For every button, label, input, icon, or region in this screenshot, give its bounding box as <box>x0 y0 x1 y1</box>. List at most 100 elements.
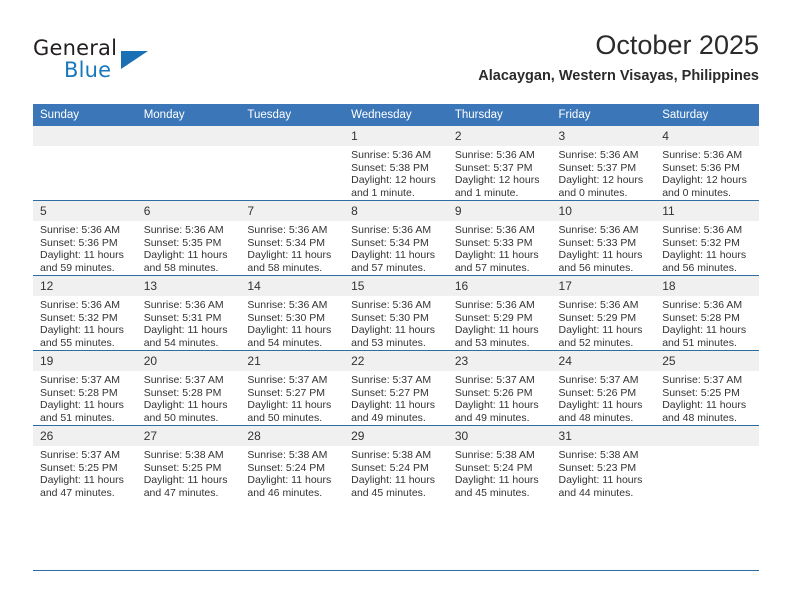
sunrise-text: Sunrise: 5:36 AM <box>454 224 535 236</box>
calendar-day-cell[interactable]: 31 Sunrise: 5:38 AM Sunset: 5:23 PM Dayligh… <box>551 425 656 500</box>
calendar-day-cell[interactable]: 26 Sunrise: 5:37 AM Sunset: 5:25 PM Dayligh… <box>33 425 137 500</box>
day-number: 2 <box>447 126 552 146</box>
sunset-text: Sunset: 5:27 PM <box>247 386 326 399</box>
day-number: 29 <box>344 426 448 446</box>
calendar-day-cell[interactable]: 3 Sunrise: 5:36 AM Sunset: 5:37 PM Daylight… <box>551 126 656 201</box>
sunrise-text: Sunrise: 5:37 AM <box>143 374 224 386</box>
day-details: Sunrise: 5:36 AM Sunset: 5:38 PM Daylight:… <box>344 146 448 199</box>
sunset-text: Sunset: 5:28 PM <box>40 386 118 399</box>
calendar-day-cell[interactable]: 11 Sunrise: 5:36 AM Sunset: 5:32 PM Dayligh… <box>655 200 759 276</box>
day-number: 1 <box>344 126 448 146</box>
sunrise-text: Sunrise: 5:36 AM <box>558 299 639 311</box>
day-number: 27 <box>136 426 241 446</box>
day-number: 15 <box>344 276 448 296</box>
day-number <box>136 126 241 146</box>
logo-text-general: General <box>33 36 118 60</box>
sunset-text: Sunset: 5:35 PM <box>143 236 222 249</box>
day-cell-inner <box>136 126 241 200</box>
day-cell-inner: 30 Sunrise: 5:38 AM Sunset: 5:24 PM Dayligh… <box>447 426 552 500</box>
calendar-day-cell[interactable]: 8 Sunrise: 5:36 AM Sunset: 5:34 PM Daylight… <box>344 200 448 276</box>
calendar-day-cell[interactable]: 14 Sunrise: 5:36 AM Sunset: 5:30 PM Dayligh… <box>240 275 345 351</box>
day-number: 26 <box>33 426 137 446</box>
daylight-text-line2: and 47 minutes. <box>40 486 115 499</box>
calendar-day-cell[interactable]: 5 Sunrise: 5:36 AM Sunset: 5:36 PM Daylight… <box>33 200 137 276</box>
day-details: Sunrise: 5:36 AM Sunset: 5:31 PM Daylight:… <box>137 296 241 349</box>
day-details: Sunrise: 5:36 AM Sunset: 5:29 PM Daylight:… <box>448 296 552 349</box>
weekday-header-monday: Monday <box>136 104 241 126</box>
daylight-text-line1: Daylight: 11 hours <box>454 249 539 262</box>
calendar-day-cell[interactable]: 13 Sunrise: 5:36 AM Sunset: 5:31 PM Dayligh… <box>136 275 241 351</box>
calendar-day-cell[interactable]: 10 Sunrise: 5:36 AM Sunset: 5:33 PM Dayligh… <box>551 200 656 276</box>
daylight-text-line1: Daylight: 11 hours <box>40 474 124 487</box>
daylight-text-line2: and 0 minutes. <box>662 186 732 199</box>
sunrise-text: Sunrise: 5:38 AM <box>558 449 639 461</box>
day-cell-inner: 9 Sunrise: 5:36 AM Sunset: 5:33 PM Daylight… <box>447 201 552 275</box>
day-number <box>240 126 345 146</box>
calendar-day-cell[interactable]: 19 Sunrise: 5:37 AM Sunset: 5:28 PM Dayligh… <box>33 350 137 426</box>
day-cell-inner: 19 Sunrise: 5:37 AM Sunset: 5:28 PM Dayligh… <box>33 351 137 425</box>
daylight-text-line1: Daylight: 12 hours <box>454 174 540 187</box>
sunrise-text: Sunrise: 5:37 AM <box>40 449 120 461</box>
calendar-day-cell[interactable]: 6 Sunrise: 5:36 AM Sunset: 5:35 PM Daylight… <box>136 200 241 276</box>
day-cell-inner: 3 Sunrise: 5:36 AM Sunset: 5:37 PM Daylight… <box>551 126 656 200</box>
sunrise-text: Sunrise: 5:36 AM <box>558 149 639 161</box>
sunset-text: Sunset: 5:26 PM <box>454 386 533 399</box>
calendar-day-cell[interactable]: 17 Sunrise: 5:36 AM Sunset: 5:29 PM Dayligh… <box>551 275 656 351</box>
daylight-text-line2: and 58 minutes. <box>247 261 323 274</box>
daylight-text-line2: and 51 minutes. <box>40 411 115 424</box>
sunrise-text: Sunrise: 5:36 AM <box>247 299 328 311</box>
calendar-day-cell[interactable]: 9 Sunrise: 5:36 AM Sunset: 5:33 PM Daylight… <box>447 200 552 276</box>
daylight-text-line2: and 55 minutes. <box>40 336 115 349</box>
daylight-text-line2: and 46 minutes. <box>247 486 323 499</box>
calendar-day-cell[interactable]: 22 Sunrise: 5:37 AM Sunset: 5:27 PM Dayligh… <box>344 350 448 426</box>
calendar-day-cell[interactable]: 28 Sunrise: 5:38 AM Sunset: 5:24 PM Dayligh… <box>240 425 345 500</box>
daylight-text-line2: and 48 minutes. <box>558 411 634 424</box>
calendar-day-cell[interactable]: 23 Sunrise: 5:37 AM Sunset: 5:26 PM Dayligh… <box>447 350 552 426</box>
calendar-week-row: 26 Sunrise: 5:37 AM Sunset: 5:25 PM Dayligh… <box>33 425 759 500</box>
calendar-day-cell[interactable]: 25 Sunrise: 5:37 AM Sunset: 5:25 PM Dayligh… <box>655 350 759 426</box>
calendar-day-cell[interactable]: 7 Sunrise: 5:36 AM Sunset: 5:34 PM Daylight… <box>240 200 345 276</box>
daylight-text-line2: and 53 minutes. <box>351 336 426 349</box>
day-number: 21 <box>240 351 345 371</box>
calendar-day-cell-empty <box>240 126 345 201</box>
day-cell-inner: 22 Sunrise: 5:37 AM Sunset: 5:27 PM Dayligh… <box>344 351 448 425</box>
sunrise-text: Sunrise: 5:36 AM <box>351 149 432 161</box>
calendar-day-cell[interactable]: 12 Sunrise: 5:36 AM Sunset: 5:32 PM Dayligh… <box>33 275 137 351</box>
calendar-page: General Blue October 2025 Alacaygan, Wes… <box>0 0 792 612</box>
daylight-text-line2: and 53 minutes. <box>454 336 530 349</box>
weekday-header-saturday: Saturday <box>655 104 759 126</box>
day-details: Sunrise: 5:36 AM Sunset: 5:37 PM Daylight:… <box>448 146 552 199</box>
calendar-day-cell[interactable]: 16 Sunrise: 5:36 AM Sunset: 5:29 PM Dayligh… <box>447 275 552 351</box>
calendar-day-cell[interactable]: 2 Sunrise: 5:36 AM Sunset: 5:37 PM Daylight… <box>447 126 552 201</box>
day-number <box>655 426 759 446</box>
sunset-text: Sunset: 5:32 PM <box>40 311 118 324</box>
day-cell-inner <box>240 126 345 200</box>
sunset-text: Sunset: 5:25 PM <box>143 461 222 474</box>
calendar-day-cell[interactable]: 30 Sunrise: 5:38 AM Sunset: 5:24 PM Dayligh… <box>447 425 552 500</box>
day-cell-inner: 20 Sunrise: 5:37 AM Sunset: 5:28 PM Dayligh… <box>136 351 241 425</box>
daylight-text-line2: and 57 minutes. <box>351 261 426 274</box>
day-number: 25 <box>655 351 759 371</box>
calendar-day-cell[interactable]: 21 Sunrise: 5:37 AM Sunset: 5:27 PM Dayligh… <box>240 350 345 426</box>
day-number: 22 <box>344 351 448 371</box>
day-details: Sunrise: 5:37 AM Sunset: 5:27 PM Daylight:… <box>344 371 448 424</box>
daylight-text-line2: and 49 minutes. <box>454 411 530 424</box>
daylight-text-line1: Daylight: 11 hours <box>247 474 332 487</box>
calendar-day-cell[interactable]: 20 Sunrise: 5:37 AM Sunset: 5:28 PM Dayligh… <box>136 350 241 426</box>
day-details: Sunrise: 5:37 AM Sunset: 5:26 PM Daylight:… <box>552 371 656 424</box>
calendar-day-cell[interactable]: 24 Sunrise: 5:37 AM Sunset: 5:26 PM Dayligh… <box>551 350 656 426</box>
day-cell-inner: 8 Sunrise: 5:36 AM Sunset: 5:34 PM Daylight… <box>344 201 448 275</box>
sunrise-text: Sunrise: 5:36 AM <box>143 299 224 311</box>
calendar-day-cell[interactable]: 18 Sunrise: 5:36 AM Sunset: 5:28 PM Dayligh… <box>655 275 759 351</box>
day-details: Sunrise: 5:36 AM Sunset: 5:32 PM Daylight:… <box>655 221 759 274</box>
day-number: 17 <box>551 276 656 296</box>
calendar-day-cell[interactable]: 4 Sunrise: 5:36 AM Sunset: 5:36 PM Daylight… <box>655 126 759 201</box>
daylight-text-line2: and 59 minutes. <box>40 261 115 274</box>
calendar-day-cell[interactable]: 29 Sunrise: 5:38 AM Sunset: 5:24 PM Dayligh… <box>344 425 448 500</box>
sunrise-text: Sunrise: 5:36 AM <box>143 224 224 236</box>
daylight-text-line1: Daylight: 11 hours <box>558 399 643 412</box>
calendar-day-cell[interactable]: 15 Sunrise: 5:36 AM Sunset: 5:30 PM Dayligh… <box>344 275 448 351</box>
calendar-day-cell[interactable]: 1 Sunrise: 5:36 AM Sunset: 5:38 PM Daylight… <box>344 126 448 201</box>
calendar-day-cell[interactable]: 27 Sunrise: 5:38 AM Sunset: 5:25 PM Dayligh… <box>136 425 241 500</box>
sunrise-text: Sunrise: 5:36 AM <box>454 299 535 311</box>
